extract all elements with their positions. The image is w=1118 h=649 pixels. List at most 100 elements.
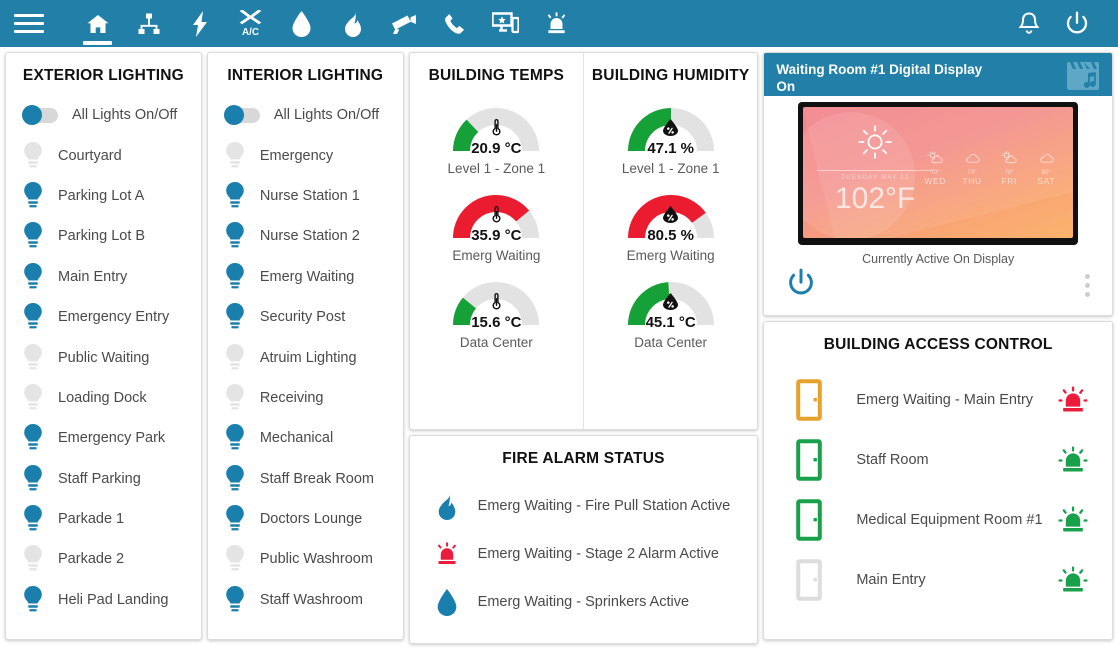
- light-row[interactable]: Emergency Park: [22, 418, 201, 458]
- gauge-item[interactable]: 80.5 %Emerg Waiting: [584, 182, 757, 263]
- phone-icon[interactable]: [429, 0, 480, 47]
- light-row[interactable]: Emerg Waiting: [224, 257, 403, 297]
- fire-alarm-row[interactable]: Emerg Waiting - Stage 2 Alarm Active: [432, 530, 758, 578]
- flame-icon[interactable]: [327, 0, 378, 47]
- digital-display-preview: TUESDAY MAY 12 102°F 70°WED74°THU78°FRI8…: [764, 96, 1112, 303]
- building-humidity-title: BUILDING HUMIDITY: [584, 53, 757, 95]
- toolbar-right-group: [1008, 0, 1104, 47]
- alarm-beacon-icon[interactable]: [1056, 445, 1090, 475]
- light-row[interactable]: Doctors Lounge: [224, 499, 403, 539]
- gauge-item[interactable]: 20.9 °C Level 1 - Zone 1: [410, 95, 583, 176]
- door-icon[interactable]: [792, 559, 826, 601]
- access-control-panel: BUILDING ACCESS CONTROL Emerg Waiting - …: [763, 321, 1113, 640]
- gauge-label: Data Center: [584, 335, 757, 350]
- master-toggle-label: All Lights On/Off: [72, 107, 177, 123]
- light-label: Heli Pad Landing: [58, 592, 168, 608]
- access-control-row[interactable]: Emerg Waiting - Main Entry: [764, 370, 1112, 430]
- cloud-icon: [959, 151, 985, 169]
- gauge-item[interactable]: 15.6 °CData Center: [410, 269, 583, 350]
- light-row[interactable]: Loading Dock: [22, 378, 201, 418]
- right-column: Waiting Room #1 Digital Display On: [763, 52, 1113, 640]
- light-row[interactable]: Nurse Station 2: [224, 216, 403, 256]
- power-bolt-icon[interactable]: [174, 0, 225, 47]
- display-caption: Currently Active On Display: [764, 252, 1112, 266]
- hvac-ac-icon[interactable]: A/C: [225, 0, 276, 47]
- light-row[interactable]: Atruim Lighting: [224, 337, 403, 377]
- light-row[interactable]: Staff Washroom: [224, 580, 403, 620]
- alarm-beacon-icon[interactable]: [531, 0, 582, 47]
- light-label: Staff Parking: [58, 471, 141, 487]
- light-label: Main Entry: [58, 269, 127, 285]
- alarm-beacon-icon[interactable]: [1056, 505, 1090, 535]
- water-drop-icon[interactable]: [276, 0, 327, 47]
- light-row[interactable]: Staff Break Room: [224, 459, 403, 499]
- fire-alarm-label: Emerg Waiting - Sprinkers Active: [478, 594, 689, 610]
- forecast-day: 70°WED: [922, 151, 948, 186]
- light-row[interactable]: Emergency Entry: [22, 297, 201, 337]
- light-row[interactable]: Public Washroom: [224, 539, 403, 579]
- fire-alarm-row[interactable]: Emerg Waiting - Fire Pull Station Active: [432, 482, 758, 530]
- light-label: Staff Washroom: [260, 592, 363, 608]
- hamburger-menu-icon[interactable]: [14, 11, 44, 37]
- display-power-button[interactable]: [786, 268, 816, 303]
- interior-lighting-list: All Lights On/Off Emergency Nurse Station …: [208, 95, 403, 620]
- light-label: Emergency: [260, 148, 333, 164]
- light-row[interactable]: Courtyard: [22, 135, 201, 175]
- security-camera-icon[interactable]: [378, 0, 429, 47]
- access-control-row[interactable]: Staff Room: [764, 430, 1112, 490]
- all-lights-toggle[interactable]: [224, 108, 260, 123]
- gauge-label: Level 1 - Zone 1: [410, 161, 583, 176]
- power-icon[interactable]: [1056, 0, 1098, 47]
- alarm-beacon-icon[interactable]: [1056, 385, 1090, 415]
- forecast-day: 74°THU: [959, 151, 985, 186]
- access-control-row[interactable]: Main Entry: [764, 550, 1112, 610]
- tv-bezel[interactable]: TUESDAY MAY 12 102°F 70°WED74°THU78°FRI8…: [798, 102, 1078, 245]
- gauge-item[interactable]: 45.1 °CData Center: [584, 269, 757, 350]
- alarm-beacon-icon[interactable]: [1056, 565, 1090, 595]
- fire-alarm-label: Emerg Waiting - Stage 2 Alarm Active: [478, 546, 719, 562]
- notification-bell-icon[interactable]: [1008, 0, 1050, 47]
- access-control-label: Medical Equipment Room #1: [856, 512, 1056, 528]
- gauge-label: Emerg Waiting: [410, 248, 583, 263]
- gauge-item[interactable]: 35.9 °C Emerg Waiting: [410, 182, 583, 263]
- flame-icon: [432, 493, 462, 520]
- interior-lighting-title: INTERIOR LIGHTING: [208, 53, 403, 95]
- light-row[interactable]: Main Entry: [22, 257, 201, 297]
- sun-cloud-icon: [996, 151, 1022, 169]
- light-row[interactable]: Staff Parking: [22, 459, 201, 499]
- light-row[interactable]: Parking Lot A: [22, 176, 201, 216]
- light-label: Parking Lot A: [58, 188, 144, 204]
- gauge-item[interactable]: 47.1 %Level 1 - Zone 1: [584, 95, 757, 176]
- digital-signage-icon[interactable]: [480, 0, 531, 47]
- light-label: Loading Dock: [58, 390, 147, 406]
- light-row[interactable]: Emergency: [224, 135, 403, 175]
- door-icon[interactable]: [792, 439, 826, 481]
- light-row[interactable]: Receiving: [224, 378, 403, 418]
- door-icon[interactable]: [792, 379, 826, 421]
- light-row[interactable]: Security Post: [224, 297, 403, 337]
- gauge-label: Level 1 - Zone 1: [584, 161, 757, 176]
- fire-alarm-panel: FIRE ALARM STATUS Emerg Waiting - Fire P…: [409, 435, 759, 644]
- building-temps-title: BUILDING TEMPS: [410, 53, 583, 95]
- gauge-dial: 35.9 °C: [440, 182, 552, 244]
- gauge-label: Data Center: [410, 335, 583, 350]
- door-icon[interactable]: [792, 499, 826, 541]
- master-toggle-row[interactable]: All Lights On/Off: [224, 95, 403, 135]
- all-lights-toggle[interactable]: [22, 108, 58, 123]
- light-row[interactable]: Parkade 1: [22, 499, 201, 539]
- gauge-dial: 20.9 °C: [440, 95, 552, 157]
- sun-icon: [817, 123, 933, 166]
- network-icon[interactable]: [123, 0, 174, 47]
- display-more-menu-icon[interactable]: [1079, 268, 1096, 303]
- toolbar-icon-group: A/C: [72, 0, 582, 47]
- light-row[interactable]: Parking Lot B: [22, 216, 201, 256]
- home-icon[interactable]: [72, 0, 123, 47]
- light-row[interactable]: Public Waiting: [22, 337, 201, 377]
- master-toggle-row[interactable]: All Lights On/Off: [22, 95, 201, 135]
- light-row[interactable]: Heli Pad Landing: [22, 580, 201, 620]
- light-row[interactable]: Parkade 2: [22, 539, 201, 579]
- light-row[interactable]: Mechanical: [224, 418, 403, 458]
- access-control-row[interactable]: Medical Equipment Room #1: [764, 490, 1112, 550]
- light-row[interactable]: Nurse Station 1: [224, 176, 403, 216]
- fire-alarm-row[interactable]: Emerg Waiting - Sprinkers Active: [432, 578, 758, 626]
